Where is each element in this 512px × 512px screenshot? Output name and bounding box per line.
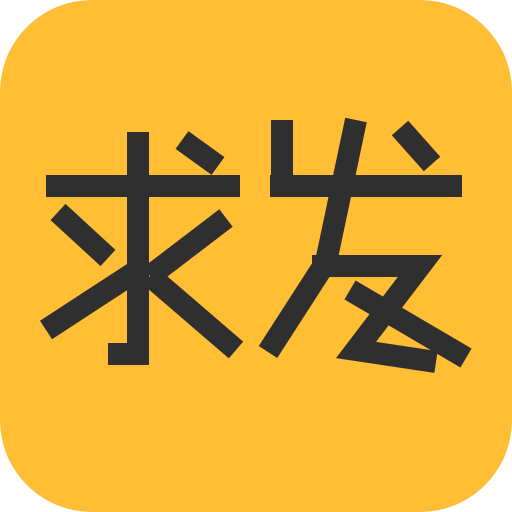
logo-wordmark (39, 117, 472, 373)
app-icon[interactable]: 求发 (0, 0, 512, 512)
qiu-left-rise (39, 260, 145, 340)
qiu-vertical-hook (108, 132, 149, 365)
fa-top-dot (391, 120, 441, 172)
qiu-right-sweep (142, 267, 244, 359)
qiu-dot-stroke (175, 131, 225, 175)
glyph-fa (258, 117, 472, 373)
qiu-right-slash (143, 209, 233, 285)
glyph-qiu (39, 131, 244, 365)
qiu-left-tick (50, 203, 116, 267)
